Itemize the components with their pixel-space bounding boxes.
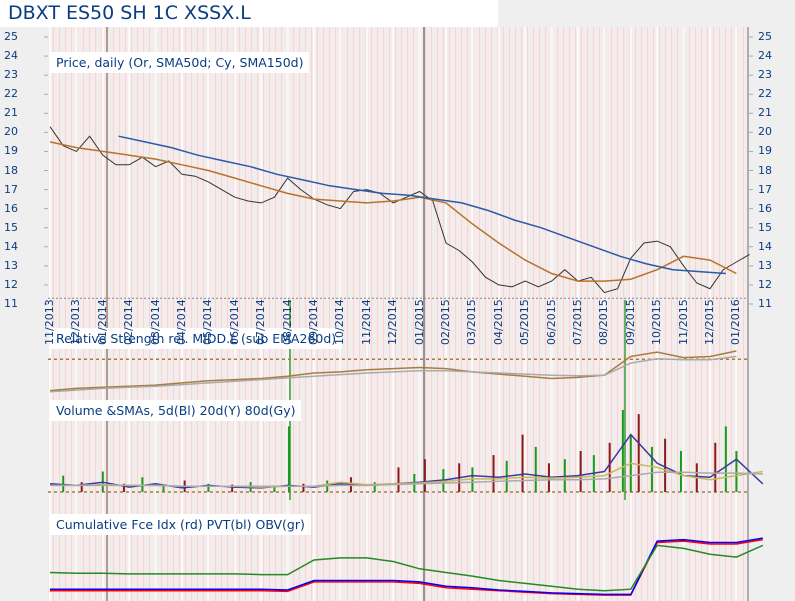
x-tick-label: 01/2016 xyxy=(729,299,743,345)
price-panel-title: Price, daily (Or, SMA50d; Cy, SMA150d) xyxy=(50,52,310,73)
x-tick-label: 04/2014 xyxy=(175,299,188,345)
x-tick-label: 06/2014 xyxy=(227,299,241,345)
y-tick-label: 19 xyxy=(4,144,18,158)
y-tick-label: 16 xyxy=(4,201,18,215)
y-tick-label: 22 xyxy=(4,87,18,101)
y-tick-label: 21 xyxy=(4,106,18,120)
x-tick-label: 12/2013 xyxy=(69,299,83,345)
x-tick-label: 09/2015 xyxy=(623,299,637,345)
x-tick-label: 09/2014 xyxy=(307,299,320,345)
x-tick-label: 08/2014 xyxy=(280,299,294,345)
x-tick-label: 10/2015 xyxy=(650,299,664,345)
chart-title: DBXT ES50 SH 1C XSSX.L xyxy=(0,0,498,27)
x-tick-label: 11/2013 xyxy=(43,299,56,345)
cumulative-panel-title: Cumulative Fce Idx (rd) PVT(bl) OBV(gr) xyxy=(50,514,311,535)
x-tick-label: 08/2015 xyxy=(597,299,611,345)
y-tick-label: 23 xyxy=(758,68,772,82)
x-tick-label: 01/2015 xyxy=(412,299,426,345)
y-tick-label: 11 xyxy=(4,297,18,310)
y-tick-label: 22 xyxy=(758,87,772,101)
y-tick-label: 24 xyxy=(758,49,772,63)
y-tick-label: 15 xyxy=(4,220,18,234)
x-tick-label: 12/2014 xyxy=(386,299,400,345)
y-tick-label: 12 xyxy=(758,277,772,291)
x-tick-label: 12/2015 xyxy=(703,299,716,345)
x-tick-label: 05/2014 xyxy=(201,299,215,345)
x-tick-label: 01/2014 xyxy=(95,299,109,345)
y-tick-label: 13 xyxy=(4,258,18,272)
y-tick-label: 17 xyxy=(758,182,772,196)
y-tick-label: 21 xyxy=(758,106,772,120)
y-tick-label: 20 xyxy=(4,125,18,139)
x-tick-label: 11/2015 xyxy=(676,299,690,345)
series-line-obv xyxy=(49,544,764,592)
y-tick-label: 16 xyxy=(758,201,772,215)
y-tick-label: 18 xyxy=(4,163,18,177)
x-tick-label: 07/2014 xyxy=(254,299,268,345)
y-tick-label: 24 xyxy=(4,49,18,63)
x-tick-label: 06/2015 xyxy=(544,299,558,345)
y-tick-label: 14 xyxy=(758,239,772,253)
x-tick-label: 04/2015 xyxy=(491,299,505,345)
x-tick-label: 11/2014 xyxy=(359,299,373,345)
y-tick-label: 11 xyxy=(758,297,772,310)
x-tick-label: 03/2014 xyxy=(148,299,162,345)
y-tick-label: 17 xyxy=(4,182,18,196)
x-tick-label: 05/2015 xyxy=(518,299,532,345)
volume-panel-title: Volume &SMAs, 5d(Bl) 20d(Y) 80d(Gy) xyxy=(50,400,302,421)
x-tick-label: 10/2014 xyxy=(333,299,347,345)
y-tick-label: 13 xyxy=(758,258,772,272)
y-tick-label: 12 xyxy=(4,277,18,291)
y-tick-label: 23 xyxy=(4,68,18,82)
series-line-sma150d xyxy=(118,135,726,275)
y-tick-label: 19 xyxy=(758,144,772,158)
series-line-5d xyxy=(49,433,764,489)
chart-window: DBXT ES50 SH 1C XSSX.L Price, daily (Or,… xyxy=(0,0,795,601)
y-tick-label: 25 xyxy=(4,30,18,43)
y-tick-label: 15 xyxy=(758,220,772,234)
y-tick-label: 14 xyxy=(4,239,18,253)
x-tick-label: 03/2015 xyxy=(465,299,479,345)
y-tick-label: 18 xyxy=(758,163,772,177)
x-tick-label: 02/2014 xyxy=(122,299,136,345)
rs-panel-title: Relative Strength rel. MIDD.L (sub EMA26… xyxy=(50,328,343,349)
y-tick-label: 20 xyxy=(758,125,772,139)
y-tick-label: 25 xyxy=(758,30,772,43)
x-tick-label: 02/2015 xyxy=(439,299,452,345)
x-tick-label: 07/2015 xyxy=(571,299,584,345)
